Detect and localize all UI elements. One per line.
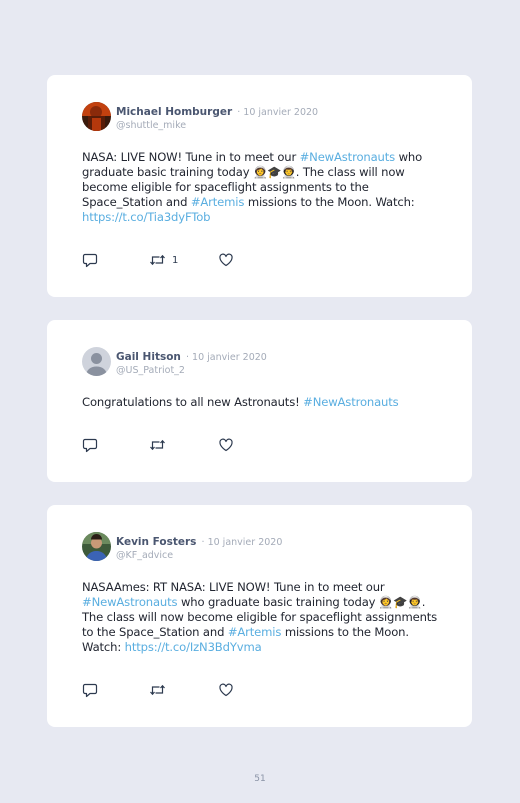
author-name[interactable]: Michael Homburger	[116, 106, 232, 118]
tweet-text-segment: Congratulations to all new Astronauts!	[82, 395, 304, 409]
tweet-actions	[82, 437, 282, 453]
retweet-count: 1	[172, 254, 179, 266]
reply-icon	[82, 252, 98, 268]
tweet-text-segment: missions to the Moon. Watch:	[244, 195, 415, 209]
tweet-text: NASAAmes: RT NASA: LIVE NOW! Tune in to …	[82, 580, 447, 655]
tweet-text: Congratulations to all new Astronauts! #…	[82, 395, 447, 410]
tweet-text: NASA: LIVE NOW! Tune in to meet our #New…	[82, 150, 447, 225]
hashtag-link[interactable]: #NewAstronauts	[300, 150, 396, 164]
tweet-date: · 10 janvier 2020	[237, 107, 319, 118]
tweet-date: · 10 janvier 2020	[186, 352, 267, 363]
hashtag-link[interactable]: #NewAstronauts	[82, 595, 178, 609]
page-number: 51	[254, 774, 266, 784]
retweet-icon	[149, 682, 166, 698]
retweet-button[interactable]	[149, 682, 172, 698]
retweet-icon	[149, 437, 166, 453]
like-button[interactable]	[218, 682, 234, 698]
reply-button[interactable]	[82, 682, 98, 698]
retweet-button[interactable]	[149, 437, 172, 453]
author-name[interactable]: Gail Hitson	[116, 351, 181, 363]
avatar[interactable]	[82, 102, 111, 131]
hashtag-link[interactable]: https://t.co/Tia3dyFTob	[82, 210, 211, 224]
retweet-icon	[149, 252, 166, 268]
tweet-text-segment: NASAAmes: RT NASA: LIVE NOW! Tune in to …	[82, 580, 385, 594]
avatar[interactable]	[82, 532, 111, 561]
heart-icon	[218, 252, 234, 268]
hashtag-link[interactable]: https://t.co/IzN3BdYvma	[125, 640, 262, 654]
reply-icon	[82, 437, 98, 453]
reply-button[interactable]	[82, 437, 98, 453]
tweet-actions: 1	[82, 252, 282, 268]
reply-icon	[82, 682, 98, 698]
author-name[interactable]: Kevin Fosters	[116, 536, 196, 548]
tweet-date: · 10 janvier 2020	[201, 537, 283, 548]
author-handle[interactable]: @KF_advice	[116, 549, 282, 562]
author-handle[interactable]: @shuttle_mike	[116, 119, 318, 132]
tweet-card: Kevin Fosters · 10 janvier 2020 @KF_advi…	[47, 505, 472, 727]
hashtag-link[interactable]: #Artemis	[191, 195, 245, 209]
heart-icon	[218, 682, 234, 698]
tweet-text-segment: NASA: LIVE NOW! Tune in to meet our	[82, 150, 300, 164]
tweet-card: Gail Hitson · 10 janvier 2020 @US_Patrio…	[47, 320, 472, 482]
hashtag-link[interactable]: #NewAstronauts	[303, 395, 399, 409]
tweet-actions	[82, 682, 282, 698]
like-button[interactable]	[218, 252, 234, 268]
retweet-button[interactable]: 1	[149, 252, 178, 268]
heart-icon	[218, 437, 234, 453]
hashtag-link[interactable]: #Artemis	[228, 625, 282, 639]
like-button[interactable]	[218, 437, 234, 453]
avatar[interactable]	[82, 347, 111, 376]
author-handle[interactable]: @US_Patriot_2	[116, 364, 267, 377]
tweet-card: Michael Homburger · 10 janvier 2020 @shu…	[47, 75, 472, 297]
reply-button[interactable]	[82, 252, 98, 268]
